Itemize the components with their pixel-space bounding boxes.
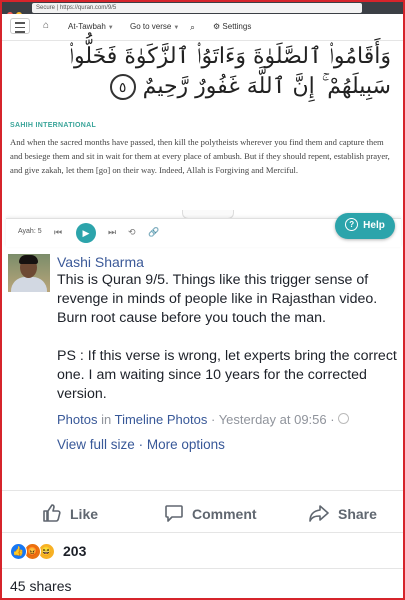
arabic-verse: وَأَقَامُوا۟ ٱلصَّلَوٰةَ وَءَاتَوُا۟ ٱلز… xyxy=(2,42,397,112)
post-body: This is Quran 9/5. Things like this trig… xyxy=(57,272,397,402)
shares-count[interactable]: 45 shares xyxy=(10,578,71,594)
more-options-link[interactable]: More options xyxy=(147,437,225,452)
like-label: Like xyxy=(70,506,99,522)
translation-text: And when the sacred months have passed, … xyxy=(10,137,390,175)
thumbs-up-icon xyxy=(43,504,61,522)
view-full-size-link[interactable]: View full size xyxy=(57,437,135,452)
photo-links: View full size · More options xyxy=(57,437,225,452)
surah-label: At-Tawbah xyxy=(68,22,106,31)
help-button[interactable]: ? Help xyxy=(335,213,395,239)
divider xyxy=(2,490,403,491)
translator-name: SAHIH INTERNATIONAL xyxy=(10,122,97,129)
home-icon[interactable]: ⌂ xyxy=(43,20,49,31)
post-meta: Photos in Timeline Photos · Yesterday at… xyxy=(57,412,349,427)
share-label: Share xyxy=(338,506,377,522)
menu-button[interactable] xyxy=(10,18,30,34)
link-icon[interactable]: 🔗 xyxy=(148,227,159,238)
ayah-selector[interactable]: Ayah: 5 xyxy=(18,228,42,235)
previous-icon[interactable]: ⏮ xyxy=(54,227,62,238)
comment-button[interactable]: Comment xyxy=(164,503,257,523)
reaction-count[interactable]: 203 xyxy=(63,543,86,559)
share-button[interactable]: Share xyxy=(308,503,377,523)
goto-verse-label: Go to verse xyxy=(130,22,172,31)
link-separator: · xyxy=(138,437,144,452)
browser-bar: Secure | https://quran.com/9/5 xyxy=(2,2,403,18)
ayah-number-marker: ٥ xyxy=(109,74,136,100)
divider xyxy=(2,532,403,533)
surah-dropdown[interactable]: At-Tawbah ▼ xyxy=(68,22,114,31)
divider xyxy=(2,568,403,569)
like-reaction-icon: 👍 xyxy=(10,543,27,560)
settings-label: Settings xyxy=(222,22,252,31)
play-button[interactable]: ▶ xyxy=(76,223,96,243)
help-icon: ? xyxy=(345,218,359,231)
album-in-text: in xyxy=(101,412,112,427)
search-icon[interactable]: ⌕ xyxy=(190,22,195,33)
address-bar[interactable]: Secure | https://quran.com/9/5 xyxy=(32,3,362,13)
chevron-down-icon: ▼ xyxy=(107,25,114,31)
post-author[interactable]: Vashi Sharma xyxy=(57,254,144,270)
album-link[interactable]: Timeline Photos xyxy=(115,412,208,427)
gear-icon: ⚙ xyxy=(213,22,223,31)
next-icon[interactable]: ⏭ xyxy=(108,227,116,238)
like-button[interactable]: Like xyxy=(42,503,98,523)
avatar[interactable] xyxy=(8,254,50,292)
comment-label: Comment xyxy=(192,506,257,522)
globe-icon xyxy=(337,413,349,424)
settings-button[interactable]: ⚙ Settings xyxy=(213,22,251,31)
photos-link[interactable]: Photos xyxy=(57,412,97,427)
post-timestamp[interactable]: · Yesterday at 09:56 · xyxy=(211,412,335,427)
share-icon xyxy=(309,505,329,522)
help-label: Help xyxy=(363,220,385,231)
repeat-icon[interactable]: ⟲ xyxy=(128,227,136,238)
comment-icon xyxy=(165,505,183,522)
chevron-down-icon: ▼ xyxy=(173,25,180,31)
screenshot-frame: Secure | https://quran.com/9/5 ⌂ At-Tawb… xyxy=(0,0,405,600)
goto-verse-dropdown[interactable]: Go to verse ▼ xyxy=(130,22,179,31)
quran-navbar: ⌂ At-Tawbah ▼ Go to verse ▼ ⌕ ⚙ Settings xyxy=(2,14,403,41)
